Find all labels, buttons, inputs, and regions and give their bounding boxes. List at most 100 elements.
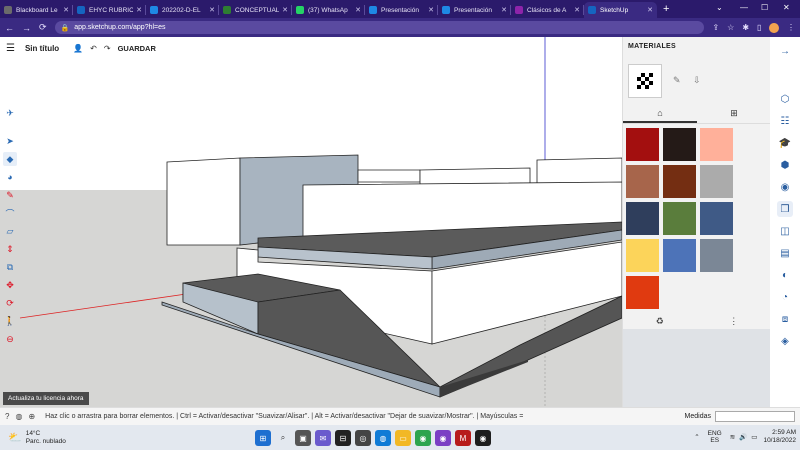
battery-icon[interactable]: ▭ <box>751 433 757 441</box>
swatch[interactable] <box>700 202 733 235</box>
search-icon[interactable]: ⌕ <box>275 430 291 446</box>
maximize-icon[interactable]: ☐ <box>761 3 768 12</box>
tab-blackboard[interactable]: Blackboard Le ✕ <box>0 2 73 18</box>
tab-browse-image-icon[interactable]: ⊞ <box>697 104 771 123</box>
help-icon[interactable]: ? <box>5 412 9 421</box>
close-icon[interactable]: ✕ <box>428 6 434 14</box>
minimize-icon[interactable]: — <box>740 3 748 12</box>
chrome-icon[interactable]: ◉ <box>415 430 431 446</box>
task-view-icon[interactable]: ▣ <box>295 430 311 446</box>
offset-icon[interactable]: ⧉ <box>3 260 17 274</box>
undo-icon[interactable]: ↶ <box>90 44 97 53</box>
swatch[interactable] <box>626 276 659 309</box>
solar-icon[interactable]: ◔ <box>777 289 793 305</box>
swatch[interactable] <box>663 239 696 272</box>
tags-icon[interactable]: ◫ <box>777 223 793 239</box>
swatch[interactable] <box>663 128 696 161</box>
rectangle-icon[interactable]: ▱ <box>3 224 17 238</box>
url-field[interactable]: 🔒 app.sketchup.com/app?hl=es <box>54 21 705 34</box>
collapse-panel-icon[interactable]: → <box>777 43 793 59</box>
globe-icon[interactable]: ⊕ <box>28 412 35 421</box>
select-icon[interactable]: ➤ <box>3 134 17 148</box>
scenes-icon[interactable]: ▤ <box>777 245 793 261</box>
tab-rubrica[interactable]: EHYC RÚBRIC ✕ <box>73 2 146 18</box>
language-indicator[interactable]: ENG ES <box>708 430 722 444</box>
forward-icon[interactable]: → <box>22 23 31 33</box>
start-icon[interactable]: ⊞ <box>255 430 271 446</box>
paint-bucket-icon[interactable]: ◕ <box>3 170 17 184</box>
pencil-icon[interactable]: ✎ <box>3 188 17 202</box>
browser-menu-icon[interactable]: ⋮ <box>787 23 795 32</box>
file-title[interactable]: Sin título <box>25 44 59 53</box>
chat-icon[interactable]: ✉ <box>315 430 331 446</box>
tab-conceptual[interactable]: CONCEPTUAL ✕ <box>219 2 292 18</box>
account-icon[interactable]: ◍ <box>15 412 22 421</box>
entity-info-icon[interactable]: ⬡ <box>777 91 793 107</box>
share-icon[interactable]: ⇪ <box>712 23 719 32</box>
edge-icon[interactable]: ◍ <box>375 430 391 446</box>
close-icon[interactable]: ✕ <box>574 6 580 14</box>
swatch[interactable] <box>700 239 733 272</box>
tab-sketchup[interactable]: SketchUp ✕ <box>584 2 657 18</box>
swatch[interactable] <box>626 128 659 161</box>
clock[interactable]: 2:59 AM 10/18/2022 <box>763 429 796 445</box>
purge-unused-icon[interactable]: ♻ <box>656 316 664 327</box>
tab-presentacion-2[interactable]: Presentación ✕ <box>438 2 511 18</box>
swatch[interactable] <box>626 165 659 198</box>
swatch[interactable] <box>663 202 696 235</box>
instructor-icon[interactable]: 🎓 <box>777 135 793 151</box>
user-icon[interactable]: 👤 <box>73 44 83 53</box>
redo-icon[interactable]: ↷ <box>104 44 111 53</box>
tab-clasicos[interactable]: Clásicos de A ✕ <box>511 2 584 18</box>
new-tab-icon[interactable]: + <box>663 3 669 15</box>
chrome-alt-icon[interactable]: ◉ <box>475 430 491 446</box>
swatch[interactable] <box>626 239 659 272</box>
walk-icon[interactable]: 🚶 <box>3 314 17 328</box>
3d-viewport[interactable]: ☰ Sin título 👤 ↶ ↷ GUARDAR ✈ ➤ ◆ ◕ ✎ ⌒ ▱… <box>0 37 622 407</box>
tab-202202[interactable]: 202202-D-EL ✕ <box>146 2 219 18</box>
rotate-icon[interactable]: ⟳ <box>3 296 17 310</box>
swatch[interactable] <box>626 202 659 235</box>
file-explorer-icon[interactable]: ▭ <box>395 430 411 446</box>
close-icon[interactable]: ✕ <box>501 6 507 14</box>
close-icon[interactable]: ✕ <box>209 6 215 14</box>
tab-search-icon[interactable]: ⌄ <box>716 3 723 12</box>
walkthrough-icon[interactable]: ✈ <box>3 106 17 120</box>
widgets-icon[interactable]: ⊟ <box>335 430 351 446</box>
dell-icon[interactable]: ◎ <box>355 430 371 446</box>
close-icon[interactable]: ✕ <box>355 6 361 14</box>
window-close-icon[interactable]: ✕ <box>783 3 790 12</box>
view-icon[interactable]: ⧈ <box>777 311 793 327</box>
profile-avatar[interactable] <box>769 22 779 33</box>
chrome-profile-icon[interactable]: ◉ <box>435 430 451 446</box>
import-material-icon[interactable]: ⇩ <box>693 75 701 86</box>
save-button[interactable]: GUARDAR <box>118 44 156 53</box>
styles-icon[interactable]: ◉ <box>777 179 793 195</box>
extensions-panel-icon[interactable]: ◈ <box>777 333 793 349</box>
bookmark-icon[interactable]: ☆ <box>727 23 734 32</box>
tab-presentacion-1[interactable]: Presentación ✕ <box>365 2 438 18</box>
tab-in-model-home-icon[interactable]: ⌂ <box>623 104 697 123</box>
swatch[interactable] <box>700 128 733 161</box>
eraser-icon[interactable]: ◆ <box>3 152 17 166</box>
swatch[interactable] <box>700 165 733 198</box>
weather-widget[interactable]: ⛅ 14°C Parc. nublado <box>8 430 128 446</box>
tray-chevron-icon[interactable]: ⌃ <box>694 433 699 441</box>
move-icon[interactable]: ✥ <box>3 278 17 292</box>
upgrade-license-button[interactable]: Actualiza tu licencia ahora <box>3 392 89 405</box>
close-icon[interactable]: ✕ <box>63 6 69 14</box>
arc-icon[interactable]: ⌒ <box>3 206 17 220</box>
back-icon[interactable]: ← <box>5 23 14 33</box>
section-plane-icon[interactable]: ⊖ <box>3 332 17 346</box>
model-canvas[interactable] <box>0 37 622 407</box>
close-icon[interactable]: ✕ <box>647 6 653 14</box>
mcafee-icon[interactable]: M <box>455 430 471 446</box>
display-icon[interactable]: ◐ <box>777 267 793 283</box>
more-options-icon[interactable]: ⋮ <box>729 316 738 327</box>
components-icon[interactable]: ⬢ <box>777 157 793 173</box>
extensions-icon[interactable]: ✱ <box>742 23 749 32</box>
material-preview[interactable] <box>628 64 662 98</box>
close-icon[interactable]: ✕ <box>282 6 288 14</box>
push-pull-icon[interactable]: ⇕ <box>3 242 17 256</box>
swatch[interactable] <box>663 165 696 198</box>
